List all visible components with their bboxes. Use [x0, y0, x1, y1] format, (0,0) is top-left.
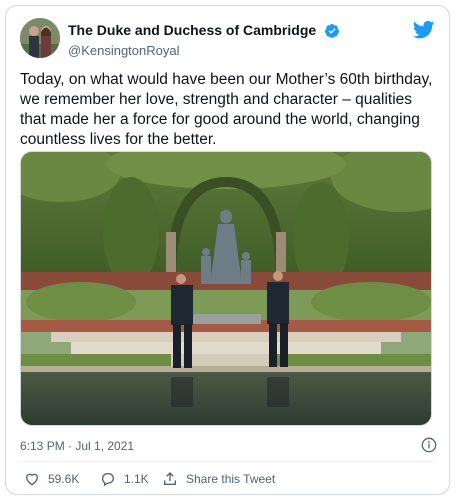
divider — [20, 461, 435, 462]
like-button[interactable]: 59.6K — [24, 469, 79, 489]
author-names: The Duke and Duchess of Cambridge @Kensi… — [68, 22, 340, 60]
photo-statue-garden — [21, 152, 431, 425]
tweet-timestamp[interactable]: 6:13 PM · Jul 1, 2021 — [20, 439, 134, 453]
info-icon[interactable] — [421, 437, 437, 453]
twitter-bird-icon[interactable] — [412, 20, 435, 40]
like-count: 59.6K — [48, 472, 80, 486]
tweet-actions: 59.6K 1.1K Share this Tweet — [20, 469, 435, 489]
reply-count: 1.1K — [124, 472, 149, 486]
display-name[interactable]: The Duke and Duchess of Cambridge — [68, 22, 316, 39]
tweet-card[interactable]: The Duke and Duchess of Cambridge @Kensi… — [5, 5, 450, 495]
reply-bubble-icon — [101, 473, 114, 487]
tweet-header: The Duke and Duchess of Cambridge @Kensi… — [20, 18, 435, 62]
author-handle[interactable]: @KensingtonRoyal — [68, 42, 340, 60]
avatar[interactable] — [20, 18, 60, 58]
share-icon — [164, 472, 176, 485]
reply-button[interactable]: 1.1K — [100, 469, 149, 489]
verified-badge-icon — [324, 23, 340, 39]
share-label: Share this Tweet — [186, 472, 276, 486]
share-button[interactable]: Share this Tweet — [162, 469, 275, 489]
tweet-text: Today, on what would have been our Mothe… — [20, 71, 433, 148]
tweet-photo[interactable] — [20, 151, 432, 426]
heart-icon — [25, 473, 39, 486]
